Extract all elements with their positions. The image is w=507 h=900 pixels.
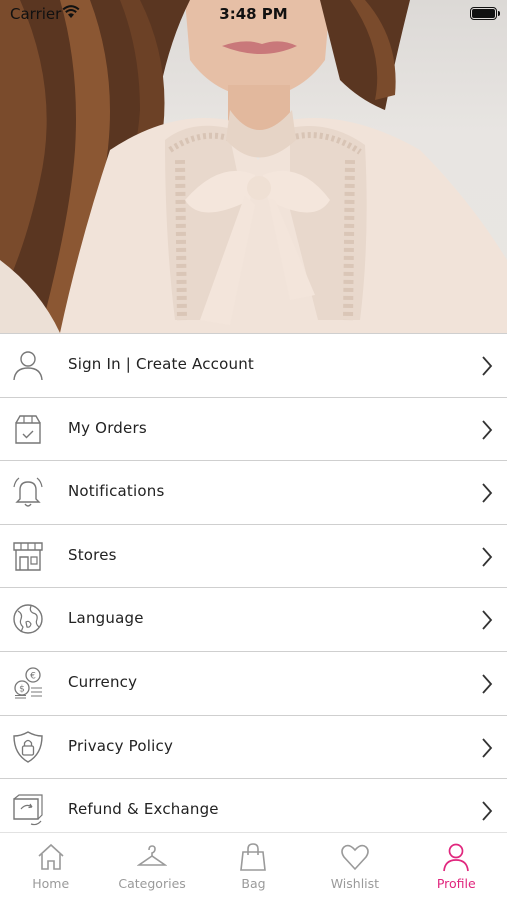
menu-item-notifications[interactable]: Notifications xyxy=(0,460,507,524)
chevron-right-icon xyxy=(482,419,493,440)
svg-text:€: € xyxy=(30,671,36,681)
menu-item-stores[interactable]: Stores xyxy=(0,523,507,588)
chevron-right-icon xyxy=(482,610,493,630)
globe-icon xyxy=(13,604,43,635)
tab-label: Categories xyxy=(118,876,186,891)
hero-image xyxy=(0,0,507,333)
menu-item-language[interactable]: Language xyxy=(0,587,507,651)
model-photo xyxy=(0,0,507,333)
battery-icon xyxy=(470,7,500,20)
chevron-right-icon xyxy=(482,483,493,503)
shopping-bag-icon xyxy=(240,843,267,871)
store-icon xyxy=(13,542,43,571)
bell-icon xyxy=(13,477,43,507)
chevron-right-icon xyxy=(482,801,493,821)
tab-wishlist[interactable]: Wishlist xyxy=(304,833,405,900)
chevron-right-icon xyxy=(482,674,493,694)
tab-home[interactable]: Home xyxy=(0,833,101,900)
menu-item-sign-in[interactable]: Sign In | Create Account xyxy=(0,333,507,397)
tab-label: Wishlist xyxy=(330,876,380,891)
order-box-icon xyxy=(15,414,41,444)
menu-item-label: Refund & Exchange xyxy=(68,800,219,819)
menu-item-my-orders[interactable]: My Orders xyxy=(0,396,507,461)
tab-label: Home xyxy=(32,876,70,891)
tab-label: Profile xyxy=(436,876,476,891)
home-icon xyxy=(38,843,64,870)
menu-item-privacy-policy[interactable]: Privacy Policy xyxy=(0,714,507,779)
menu-item-label: Stores xyxy=(68,545,117,564)
tab-profile[interactable]: Profile xyxy=(406,833,507,900)
menu-item-label: Language xyxy=(68,609,144,628)
svg-text:$: $ xyxy=(19,684,25,694)
chevron-right-icon xyxy=(482,547,493,567)
tab-categories[interactable]: Categories xyxy=(101,833,202,900)
menu-item-label: Sign In | Create Account xyxy=(68,355,254,373)
refund-box-icon xyxy=(13,794,43,826)
chevron-right-icon xyxy=(482,737,493,758)
menu-item-label: Currency xyxy=(68,672,138,691)
status-time: 3:48 PM xyxy=(219,5,288,23)
heart-icon xyxy=(341,844,369,871)
battery-level xyxy=(472,9,495,18)
hanger-icon xyxy=(137,845,168,866)
menu-item-currency[interactable]: € $ Currency xyxy=(0,650,507,715)
currency-coins-icon: € $ xyxy=(14,667,42,699)
shield-lock-icon xyxy=(13,730,43,763)
menu-item-label: Privacy Policy xyxy=(68,736,174,755)
status-bar: Carrier 3:48 PM xyxy=(0,0,507,28)
menu-item-label: My Orders xyxy=(68,418,147,437)
user-icon xyxy=(13,351,43,381)
tab-label: Bag xyxy=(241,876,266,891)
profile-menu: Sign In | Create Account My Orders Notif… xyxy=(0,333,507,842)
tab-bar: Home Categories Bag Wishlist Profile xyxy=(0,832,507,900)
menu-item-label: Notifications xyxy=(68,482,165,501)
profile-icon xyxy=(443,843,470,872)
chevron-right-icon xyxy=(482,356,493,376)
tab-bag[interactable]: Bag xyxy=(203,833,304,900)
